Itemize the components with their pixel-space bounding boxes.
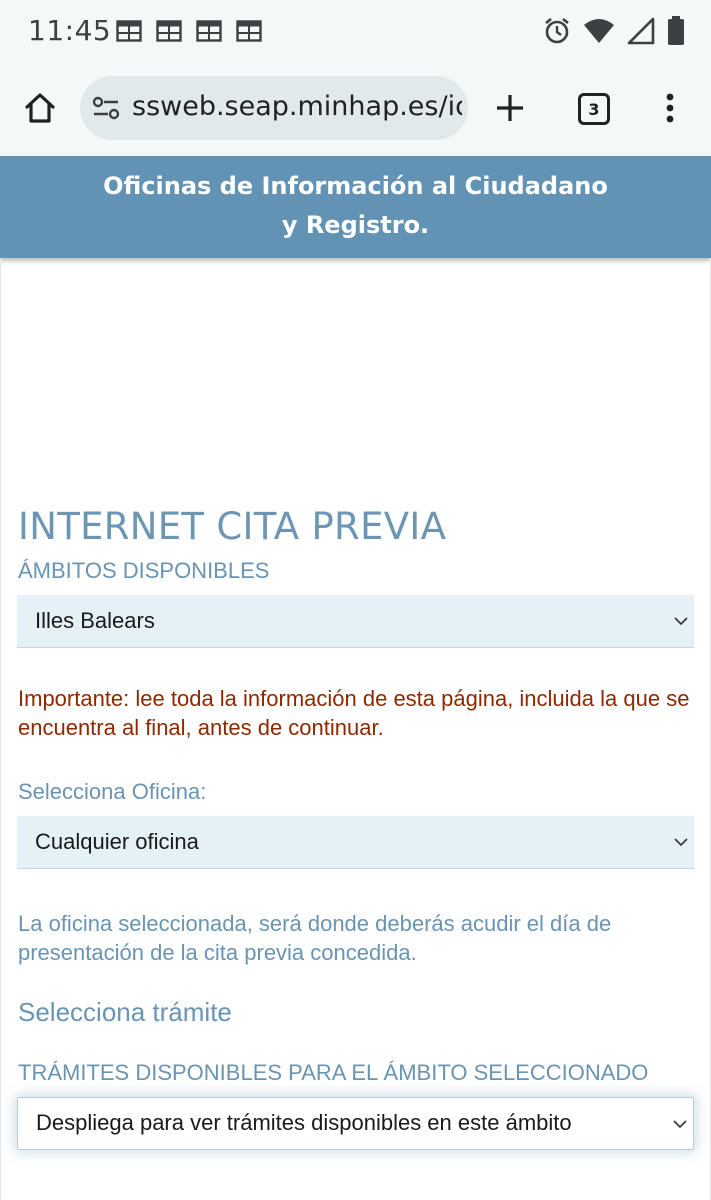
page-title: INTERNET CITA PREVIA: [18, 505, 447, 548]
new-tab-button[interactable]: [490, 88, 530, 128]
home-icon: [25, 93, 55, 123]
ambitos-label: ÁMBITOS DISPONIBLES: [18, 558, 270, 583]
oficina-select-value: Cualquier oficina: [35, 829, 199, 854]
chevron-down-icon: [674, 617, 688, 626]
browser-menu-button[interactable]: [654, 88, 686, 128]
browser-toolbar: ssweb.seap.minhap.es/ic 3: [0, 62, 711, 156]
status-time: 11:45: [28, 14, 112, 47]
oficina-select[interactable]: Cualquier oficina: [17, 816, 694, 869]
tab-switcher-button[interactable]: 3: [578, 93, 610, 125]
system-icons: [543, 16, 685, 46]
signal-icon: [627, 17, 655, 45]
site-header-line1: Oficinas de Información al Ciudadano: [103, 172, 608, 200]
alarm-icon: [545, 17, 569, 44]
calendar-icon: [196, 20, 222, 42]
home-button[interactable]: [20, 88, 60, 128]
tramite-select-placeholder: Despliega para ver trámites disponibles …: [36, 1110, 572, 1135]
ambito-select-value: Illes Balears: [35, 608, 155, 633]
calendar-icon: [156, 20, 182, 42]
important-notice: Importante: lee toda la información de e…: [18, 686, 690, 740]
status-bar: 11:45: [0, 0, 711, 62]
tramite-heading: Selecciona trámite: [18, 997, 232, 1027]
battery-icon: [668, 16, 684, 45]
oficina-label: Selecciona Oficina:: [18, 779, 207, 804]
address-bar[interactable]: ssweb.seap.minhap.es/ic: [80, 76, 468, 140]
url-text[interactable]: ssweb.seap.minhap.es/ic: [132, 91, 462, 122]
calendar-icon: [116, 20, 142, 42]
chevron-down-icon: [673, 1120, 687, 1129]
notification-icons: [116, 20, 262, 42]
plus-icon: [497, 95, 523, 121]
oficina-info-text: La oficina seleccionada, será donde debe…: [18, 911, 612, 965]
tramite-select[interactable]: Despliega para ver trámites disponibles …: [17, 1097, 694, 1150]
ambito-select[interactable]: Illes Balears: [17, 595, 694, 648]
calendar-icon: [236, 20, 262, 42]
chevron-down-icon: [674, 838, 688, 847]
site-header-line2: y Registro.: [281, 211, 430, 239]
wifi-icon: [584, 19, 614, 43]
tramites-label: TRÁMITES DISPONIBLES PARA EL ÁMBITO SELE…: [18, 1060, 649, 1085]
more-vert-icon: [666, 93, 674, 123]
site-settings-icon[interactable]: [92, 96, 120, 120]
site-header: Oficinas de Información al Ciudadano y R…: [0, 156, 711, 258]
